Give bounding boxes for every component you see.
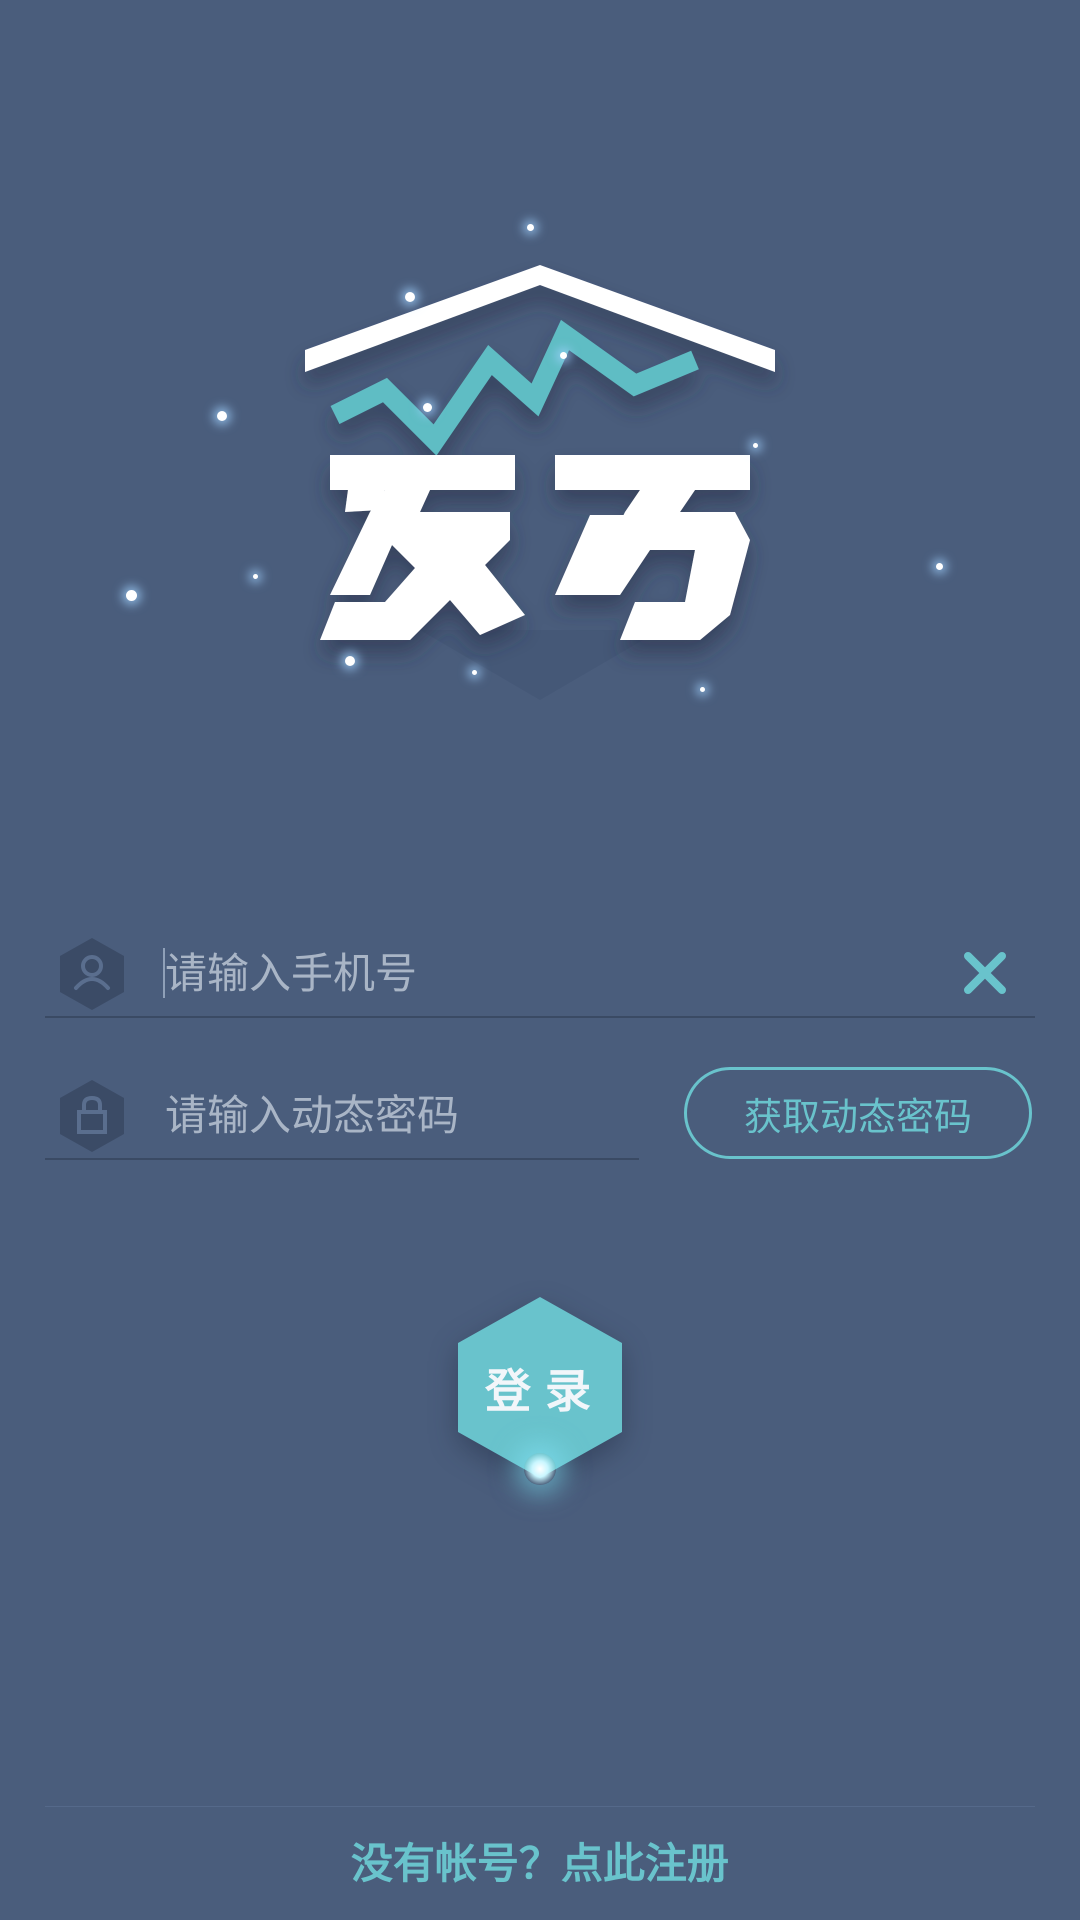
login-button[interactable]: 登录: [455, 1295, 625, 1485]
code-field-row: [45, 1070, 639, 1160]
code-field-underline: [45, 1158, 639, 1160]
user-icon: [57, 936, 127, 1012]
sparkle-decoration: [253, 574, 258, 579]
sparkle-decoration: [405, 292, 415, 302]
sparkle-decoration: [700, 687, 705, 692]
login-screen: 获取动态密码 登录 没有帐号？点此注册: [0, 0, 1080, 1920]
get-code-button[interactable]: 获取动态密码: [684, 1067, 1032, 1159]
clear-phone-button[interactable]: [960, 948, 1010, 998]
register-link[interactable]: 没有帐号？点此注册: [0, 1830, 1080, 1891]
sparkle-decoration: [345, 656, 355, 666]
glow-decoration: [524, 1453, 556, 1485]
sparkle-decoration: [472, 670, 477, 675]
sparkle-decoration: [423, 403, 432, 412]
house-chart-logo-icon: [305, 265, 775, 700]
app-logo: [290, 250, 790, 720]
sparkle-decoration: [527, 224, 534, 231]
lock-icon: [57, 1078, 127, 1154]
sparkle-decoration: [126, 590, 137, 601]
footer-divider: [45, 1806, 1035, 1807]
code-input[interactable]: [165, 1070, 625, 1160]
sparkle-decoration: [936, 563, 943, 570]
phone-field-row: [45, 928, 1035, 1018]
sparkle-decoration: [560, 352, 567, 359]
close-icon: [964, 952, 1006, 994]
phone-field-underline: [45, 1016, 1035, 1018]
phone-input[interactable]: [165, 928, 865, 1018]
sparkle-decoration: [217, 411, 227, 421]
sparkle-decoration: [753, 443, 758, 448]
